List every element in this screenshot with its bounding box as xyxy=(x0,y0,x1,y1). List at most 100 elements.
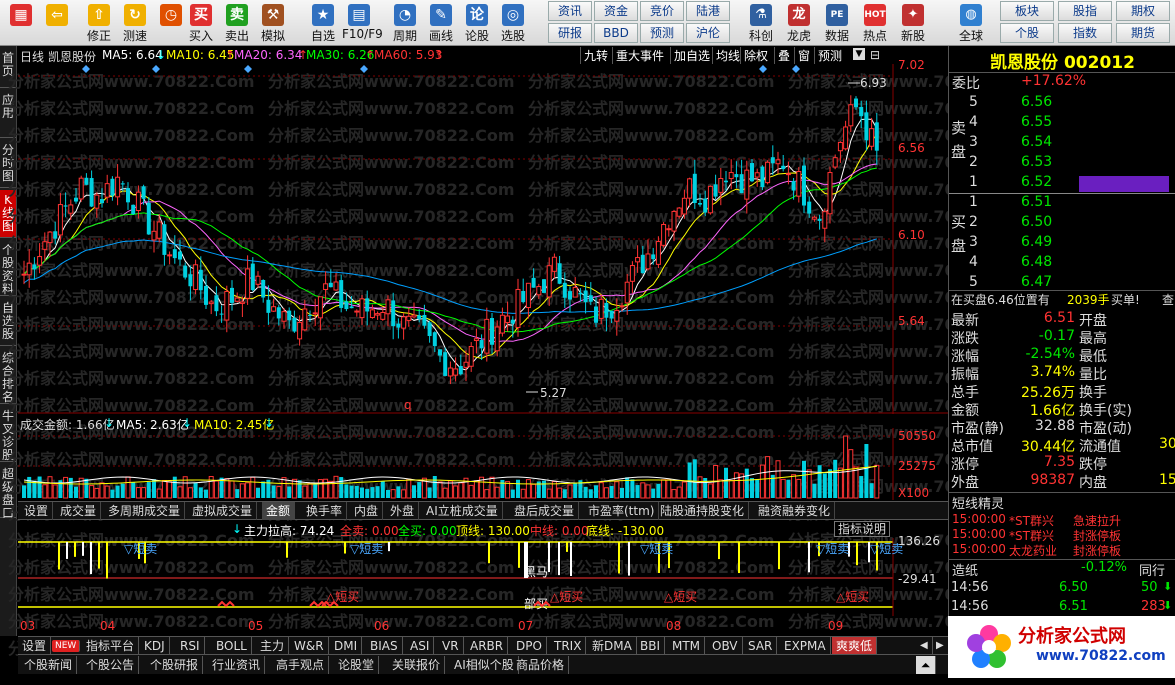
dragon-toolbar-button[interactable]: 龙龙虎 xyxy=(782,1,816,45)
chart-header-button[interactable]: 除权 xyxy=(740,47,771,64)
buy-note-link[interactable]: 查 xyxy=(1162,291,1174,309)
toolbar-small-button-bottom[interactable]: 研报 xyxy=(548,23,592,43)
refresh-toolbar-button[interactable]: ↻ 测速 xyxy=(118,1,152,45)
panel-tab[interactable]: AI立桩成交量 xyxy=(422,502,503,520)
toolbar-small-button-top[interactable]: 资讯 xyxy=(548,1,592,21)
news-tab[interactable]: 商品价格 xyxy=(512,656,570,674)
chart-header-button[interactable]: 均线 xyxy=(712,47,743,64)
indicator-tab[interactable]: DMI xyxy=(330,637,363,655)
newstock-toolbar-button[interactable]: ✦ 新股 xyxy=(896,1,930,45)
chart-header-button[interactable]: 预测 xyxy=(814,47,845,64)
panel-tab[interactable]: 市盈率(ttm) xyxy=(584,502,660,520)
panel-tab[interactable]: 内盘 xyxy=(350,502,384,520)
sprite-row[interactable]: 15:00:00 *ST群兴 急速拉升 xyxy=(949,512,1175,528)
indicator-tab[interactable]: MTM xyxy=(668,637,706,655)
toolbar-small-button-top[interactable]: 竞价 xyxy=(640,1,684,21)
chart-header-button[interactable]: 窗 xyxy=(794,47,813,64)
indicator-tab[interactable]: BIAS xyxy=(366,637,403,655)
new-badge[interactable]: NEW xyxy=(52,640,81,652)
news-tab[interactable]: 论股堂 xyxy=(334,656,380,674)
toolbar-far-right-top[interactable]: 股指 xyxy=(1058,1,1112,21)
toolbar-far-right-bottom[interactable]: 期货 xyxy=(1116,23,1170,43)
pencil-toolbar-button[interactable]: ✎ 画线 xyxy=(424,1,458,45)
select-toolbar-button[interactable]: ◎ 选股 xyxy=(496,1,530,45)
news-tab[interactable]: 行业资讯 xyxy=(208,656,266,674)
panel-tab[interactable]: 设置 xyxy=(20,502,54,520)
collapse-up-icon[interactable]: ⏶ xyxy=(916,656,936,674)
indicator-tab[interactable]: BBI xyxy=(636,637,666,655)
panel-tab[interactable]: 陆股通持股变化 xyxy=(656,502,750,520)
indicator-tab[interactable]: 新DMA xyxy=(588,637,637,655)
hammer-toolbar-button[interactable]: ⚒ 模拟 xyxy=(256,1,290,45)
sprite-row[interactable]: 15:00:00 *ST群兴 封涨停板 xyxy=(949,527,1175,543)
toolbar-far-right-bottom[interactable]: 指数 xyxy=(1058,23,1112,43)
panel-tab[interactable]: 成交量 xyxy=(56,502,102,520)
hot-toolbar-button[interactable]: HOT 热点 xyxy=(858,1,892,45)
toolbar-small-button-top[interactable]: 资金 xyxy=(594,1,638,21)
f10-toolbar-button[interactable]: ▤ F10/F9 xyxy=(342,1,383,45)
indicator-tab[interactable]: RSI xyxy=(176,637,205,655)
toolbar-far-right-top[interactable]: 期权 xyxy=(1116,1,1170,21)
news-tab[interactable]: AI相似个股 xyxy=(450,656,519,674)
price-chart-svg[interactable] xyxy=(18,64,948,414)
science-toolbar-button[interactable]: ⚗ 科创 xyxy=(744,1,778,45)
indicator-tab[interactable]: DPO xyxy=(512,637,547,655)
indicator-tab[interactable]: ASI xyxy=(406,637,435,655)
panel-tab[interactable]: 融资融券变化 xyxy=(754,502,836,520)
toolbar-small-button-bottom[interactable]: 预测 xyxy=(640,23,684,43)
indicator-tab[interactable]: EXPMA xyxy=(780,637,831,655)
chart-period[interactable]: 日线 xyxy=(20,48,44,65)
indicator-tab[interactable]: 设置 xyxy=(18,637,52,655)
indicator-explain-button[interactable]: 指标说明 xyxy=(834,521,891,537)
indicator-tab[interactable]: 指标平台 xyxy=(82,637,140,655)
chart-header-button[interactable]: 九转 xyxy=(580,47,611,64)
chevron-down-icon[interactable]: ▼ xyxy=(853,48,865,60)
lock-icon[interactable]: ⊟ xyxy=(870,48,880,62)
period-toolbar-button[interactable]: ◔ 周期 xyxy=(388,1,422,45)
pe-toolbar-button[interactable]: PE 数据 xyxy=(820,1,854,45)
panel-tab[interactable]: 外盘 xyxy=(386,502,420,520)
indicator-chart-svg[interactable]: ▽短卖 ▽短卖 ▽短卖 ▽短卖 ▽短卖黑马△短买 △短买 △短买 △短买部买 xyxy=(18,538,948,616)
chart-header-button[interactable]: 重大事件 xyxy=(612,47,667,64)
toolbar-far-right-top[interactable]: 板块 xyxy=(1000,1,1054,21)
discuss-toolbar-button[interactable]: 论论股 xyxy=(460,1,494,45)
scroll-left-icon[interactable]: ◀ xyxy=(916,637,933,655)
chart-header-button[interactable]: 加自选 xyxy=(670,47,713,64)
indicator-tab[interactable]: 主力 xyxy=(256,637,290,655)
news-tab[interactable]: 个股研报 xyxy=(146,656,204,674)
indicator-tab[interactable]: OBV xyxy=(708,637,743,655)
news-tab[interactable]: 个股新闻 xyxy=(20,656,78,674)
news-tab[interactable]: 个股公告 xyxy=(82,656,140,674)
grid-toolbar-button[interactable]: ▦ xyxy=(4,1,38,45)
panel-tab[interactable]: 换手率 xyxy=(302,502,348,520)
kline-chart-area[interactable]: 分析家公式网www.70822.Com 分析家公式网www.70822.Com 分析… xyxy=(8,46,1035,658)
sprite-row[interactable]: 15:00:00 太龙药业 封涨停板 xyxy=(949,542,1175,558)
star-toolbar-button[interactable]: ★ 自选 xyxy=(306,1,340,45)
toolbar-small-button-top[interactable]: 陆港 xyxy=(686,1,730,21)
indicator-tab[interactable]: W&R xyxy=(290,637,329,655)
clock-toolbar-button[interactable]: ◷ xyxy=(154,1,188,45)
indicator-tab[interactable]: 爽爽低 xyxy=(832,637,878,655)
news-tab[interactable]: 高手观点 xyxy=(272,656,330,674)
arrow-up-toolbar-button[interactable]: ⇧ 修正 xyxy=(82,1,116,45)
panel-tab[interactable]: 虚拟成交量 xyxy=(188,502,258,520)
indicator-tab[interactable]: KDJ xyxy=(140,637,170,655)
news-tab[interactable]: 关联报价 xyxy=(388,656,446,674)
toolbar-far-right-bottom[interactable]: 个股 xyxy=(1000,23,1054,43)
volume-chart-svg[interactable] xyxy=(18,428,948,500)
index-extra[interactable]: 同行 xyxy=(1139,560,1165,579)
panel-tab[interactable]: 盘后成交量 xyxy=(510,502,580,520)
indicator-tab[interactable]: BOLL xyxy=(212,637,252,655)
panel-tab[interactable]: 多周期成交量 xyxy=(104,502,186,520)
globe-toolbar-button[interactable]: ◍ 全球 xyxy=(954,1,988,45)
indicator-tab[interactable]: SAR xyxy=(744,637,778,655)
chart-header-button[interactable]: 叠 xyxy=(774,47,793,64)
indicator-tab[interactable]: TRIX xyxy=(550,637,587,655)
indicator-tab[interactable]: ARBR xyxy=(466,637,509,655)
arrow-left-toolbar-button[interactable]: ⇦ xyxy=(40,1,74,45)
toolbar-small-button-bottom[interactable]: 沪伦 xyxy=(686,23,730,43)
panel-tab[interactable]: 金额 xyxy=(262,502,296,520)
toolbar-small-button-bottom[interactable]: BBD xyxy=(594,23,638,43)
buy-toolbar-button[interactable]: 买买入 xyxy=(184,1,218,45)
indicator-tab[interactable]: VR xyxy=(438,637,464,655)
